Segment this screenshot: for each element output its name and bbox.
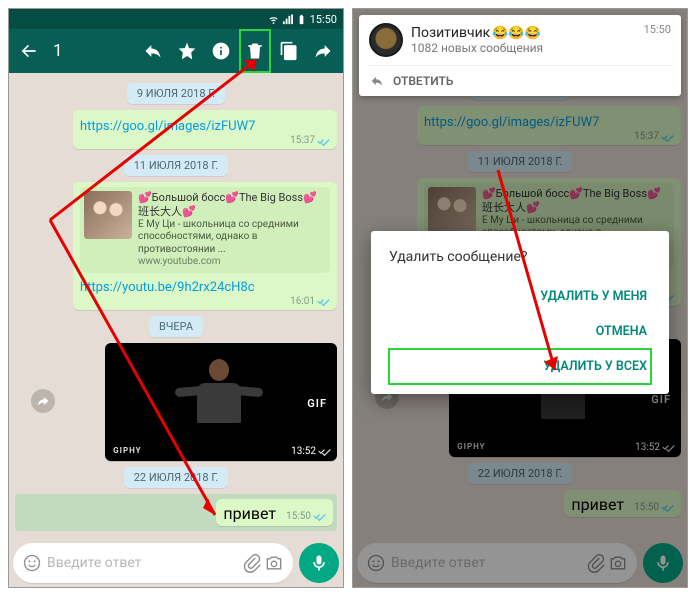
mic-button[interactable] [299, 543, 339, 583]
reply-button[interactable] [137, 29, 169, 73]
avatar [369, 23, 403, 57]
star-button[interactable] [171, 29, 203, 73]
delete-for-all-button[interactable]: УДАЛИТЬ У ВСЕХ [389, 349, 651, 384]
cancel-button[interactable]: ОТМЕНА [389, 314, 651, 349]
dialog-title: Удалить сообщение? [389, 249, 651, 265]
message-bubble[interactable]: https://goo.gl/images/izFUW7 15:37 [73, 110, 337, 149]
notif-emoji: 😂😂😂 [492, 26, 541, 41]
date-pill: 22 ИЮЛЯ 2018 Г. [124, 467, 229, 488]
notif-reply-button[interactable]: ОТВЕТИТЬ [369, 65, 671, 96]
preview-thumbnail [84, 191, 132, 239]
message-text: привет [223, 504, 276, 523]
double-check-icon [317, 296, 330, 306]
forward-button[interactable] [307, 29, 339, 73]
delete-for-me-button[interactable]: УДАЛИТЬ У МЕНЯ [389, 279, 651, 314]
message-bubble-preview[interactable]: 💕Большой босс💕The Big Boss💕班长大人💕 Е Му Ци… [73, 182, 337, 310]
delete-button[interactable] [239, 29, 271, 73]
date-pill: ВЧЕРА [149, 316, 203, 337]
date-pill: 9 ИЮЛЯ 2018 Г. [127, 83, 225, 104]
input-placeholder: Введите ответ [43, 555, 241, 571]
attach-icon[interactable] [241, 552, 263, 574]
phone-right: 9 ИЮЛЯ 2018 Г. https://goo.gl/images/izF… [352, 8, 688, 588]
wifi-icon [268, 14, 279, 25]
delete-dialog: Удалить сообщение? УДАЛИТЬ У МЕНЯ ОТМЕНА… [371, 231, 669, 394]
selection-count: 1 [53, 41, 63, 61]
date-pill: 11 ИЮЛЯ 2018 Г. [124, 155, 229, 176]
trash-icon [245, 41, 265, 61]
message-link[interactable]: https://goo.gl/images/izFUW7 [80, 119, 255, 134]
camera-icon[interactable] [263, 552, 285, 574]
info-button[interactable] [205, 29, 237, 73]
double-check-icon [318, 446, 331, 456]
notif-title: Позитивчик [411, 25, 490, 41]
reply-icon [369, 74, 385, 88]
link-preview[interactable]: 💕Большой босс💕The Big Boss💕班长大人💕 Е Му Ци… [80, 187, 330, 273]
notification-card[interactable]: Позитивчик😂😂😂 1082 новых сообщения 15:50… [359, 15, 681, 96]
emoji-icon[interactable] [21, 552, 43, 574]
battery-icon [296, 14, 307, 25]
selection-action-bar: 1 [9, 29, 343, 73]
double-check-icon [317, 136, 330, 146]
copy-button[interactable] [273, 29, 305, 73]
input-bar: Введите ответ [13, 543, 339, 583]
phone-left: 15:50 1 9 ИЮЛЯ 2018 Г. https://goo.gl/im… [8, 8, 344, 588]
gif-badge: GIF [307, 397, 327, 410]
gif-source: GIPHY [113, 446, 141, 455]
forward-circle-icon[interactable] [31, 389, 55, 413]
status-bar: 15:50 [9, 9, 343, 29]
chat-scroll[interactable]: 9 ИЮЛЯ 2018 Г. https://goo.gl/images/izF… [9, 73, 343, 541]
status-time: 15:50 [310, 13, 337, 26]
back-button[interactable] [13, 29, 45, 73]
notif-time: 15:50 [644, 23, 671, 36]
message-link[interactable]: https://youtu.be/9h2rx24cH8c [80, 280, 255, 295]
signal-icon [282, 14, 293, 25]
message-input[interactable]: Введите ответ [13, 543, 293, 583]
double-check-icon [313, 511, 326, 521]
selected-message[interactable]: привет 15:50 [15, 494, 337, 531]
notif-subtitle: 1082 новых сообщения [411, 41, 543, 55]
gif-message[interactable]: GIF GIPHY 13:52 [105, 343, 337, 461]
